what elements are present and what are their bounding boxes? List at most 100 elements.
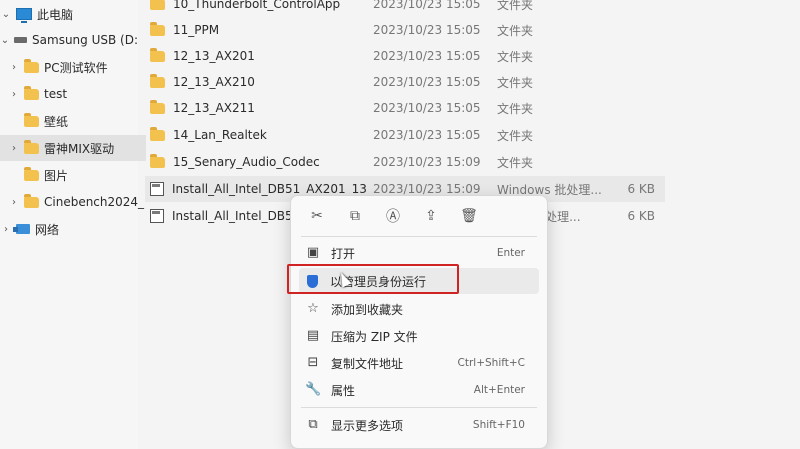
nav-item-label: 此电脑 [37,7,74,22]
file-name: Install_All_Intel_DB51_AX201_13 [172,182,367,196]
nav-item-cinebench[interactable]: › Cinebench2024_ [0,189,146,215]
menu-item-open[interactable]: ▣ 打开 Enter [299,240,539,266]
menu-item-copy-path[interactable]: ⊟ 复制文件地址 Ctrl+Shift+C [299,350,539,376]
expand-chevron-icon[interactable]: › [8,197,20,208]
nav-item-test[interactable]: › test [0,81,146,107]
folder-icon [24,58,39,73]
menu-item-show-more-options[interactable]: ⧉ 显示更多选项 Shift+F10 [299,412,539,438]
expand-chevron-icon[interactable]: ⌄ [0,9,12,20]
menu-item-shortcut: Ctrl+Shift+C [457,357,525,369]
file-date: 2023/10/23 15:05 [373,49,481,63]
file-row[interactable]: 15_Senary_Audio_Codec 2023/10/23 15:09 文… [145,149,665,175]
menu-item-compress-zip[interactable]: ▤ 压缩为 ZIP 文件 [299,323,539,349]
nav-item-network[interactable]: › 网络 [0,216,138,242]
menu-item-label: 显示更多选项 [331,418,404,433]
folder-icon [24,85,39,100]
file-row[interactable]: 10_Thunderbolt_ControlApp 2023/10/23 15:… [145,0,665,17]
file-type: 文件夹 [497,49,534,64]
nav-item-label: PC测试软件 [44,60,108,75]
cut-icon[interactable]: ✂ [305,204,329,228]
rename-icon[interactable]: Ⓐ [381,204,405,228]
file-name: 10_Thunderbolt_ControlApp [173,0,341,11]
file-row[interactable]: 12_13_AX201 2023/10/23 15:05 文件夹 [145,43,665,69]
file-name: 14_Lan_Realtek [173,128,267,142]
folder-icon [24,166,39,181]
batch-file-icon [150,182,164,196]
file-size: 6 KB [627,209,655,223]
file-date: 2023/10/23 15:05 [373,101,481,115]
context-menu: ✂ ⧉ Ⓐ ⇪ 🗑 ▣ 打开 Enter 以管理员身份运行 ☆ 添加到收藏夹 ▤… [290,195,548,449]
folder-icon [24,112,39,127]
file-date: 2023/10/23 15:05 [373,75,481,89]
menu-item-label: 添加到收藏夹 [331,302,404,317]
nav-item-usb-drive[interactable]: ⌄ Samsung USB (D: [0,27,138,53]
batch-file-icon [150,209,164,223]
menu-item-shortcut: Alt+Enter [473,384,525,396]
file-row[interactable]: 12_13_AX210 2023/10/23 15:05 文件夹 [145,69,665,95]
delete-icon[interactable]: 🗑 [457,204,481,228]
expand-chevron-icon[interactable]: › [8,62,20,73]
star-icon: ☆ [307,301,319,316]
file-date: 2023/10/23 15:09 [373,155,481,169]
menu-item-shortcut: Enter [496,247,525,259]
file-name: 11_PPM [173,23,220,37]
usb-drive-icon [13,37,28,43]
nav-item-label: Samsung USB (D: [32,33,138,47]
folder-icon [150,21,165,36]
folder-icon [150,99,165,114]
nav-item-wallpaper[interactable]: 壁纸 [0,108,146,134]
expand-chevron-icon[interactable]: › [8,89,20,100]
expand-chevron-icon[interactable]: ⌄ [0,35,10,46]
more-options-icon: ⧉ [308,417,318,432]
file-type: 文件夹 [497,101,534,116]
file-row[interactable]: 11_PPM 2023/10/23 15:05 文件夹 [145,17,665,43]
folder-icon [150,0,165,10]
navigation-pane: ⌄ 此电脑 ⌄ Samsung USB (D: › PC测试软件 › test … [0,0,146,449]
zip-icon: ▤ [306,328,320,343]
nav-item-label: Cinebench2024_ [44,195,145,209]
nav-item-label: 图片 [44,168,69,183]
expand-chevron-icon[interactable]: › [8,143,20,154]
menu-item-shortcut: Shift+F10 [472,419,525,431]
nav-item-label: test [44,87,68,101]
computer-icon [16,8,32,23]
folder-icon [24,193,39,208]
file-type: 文件夹 [497,128,534,143]
file-row[interactable]: 12_13_AX211 2023/10/23 15:05 文件夹 [145,95,665,121]
nav-item-label: 雷神MIX驱动 [44,141,115,156]
file-date: 2023/10/23 15:05 [373,128,481,142]
menu-item-label: 复制文件地址 [331,356,404,371]
file-date: 2023/10/23 15:05 [373,0,481,11]
folder-icon [150,126,165,141]
menu-item-label: 压缩为 ZIP 文件 [331,329,418,344]
copy-path-icon: ⊟ [307,355,319,370]
open-icon: ▣ [306,245,320,260]
folder-icon [150,47,165,62]
file-name: 12_13_AX201 [173,49,255,63]
file-size: 6 KB [627,182,655,196]
nav-item-pc-test-software[interactable]: › PC测试软件 [0,54,146,80]
folder-icon [24,139,39,154]
nav-item-driver-folder[interactable]: › 雷神MIX驱动 [0,135,146,161]
nav-item-pictures[interactable]: 图片 [0,162,146,188]
share-icon[interactable]: ⇪ [419,204,443,228]
menu-separator [301,236,537,237]
menu-item-properties[interactable]: 🔧 属性 Alt+Enter [299,377,539,403]
file-date: 2023/10/23 15:09 [373,182,481,196]
nav-item-this-pc[interactable]: ⌄ 此电脑 [0,1,138,27]
copy-icon[interactable]: ⧉ [343,204,367,228]
menu-item-add-to-favorites[interactable]: ☆ 添加到收藏夹 [299,296,539,322]
file-type: 文件夹 [497,155,534,170]
file-type: 文件夹 [497,0,534,12]
menu-item-label: 属性 [331,383,356,398]
nav-item-label: 网络 [35,222,60,237]
file-row[interactable]: 14_Lan_Realtek 2023/10/23 15:05 文件夹 [145,122,665,148]
expand-chevron-icon[interactable]: › [0,224,12,235]
folder-icon [150,73,165,88]
menu-separator [301,407,537,408]
file-type: 文件夹 [497,75,534,90]
nav-item-label: 壁纸 [44,114,69,129]
file-type: 文件夹 [497,23,534,38]
file-date: 2023/10/23 15:05 [373,23,481,37]
folder-icon [150,153,165,168]
